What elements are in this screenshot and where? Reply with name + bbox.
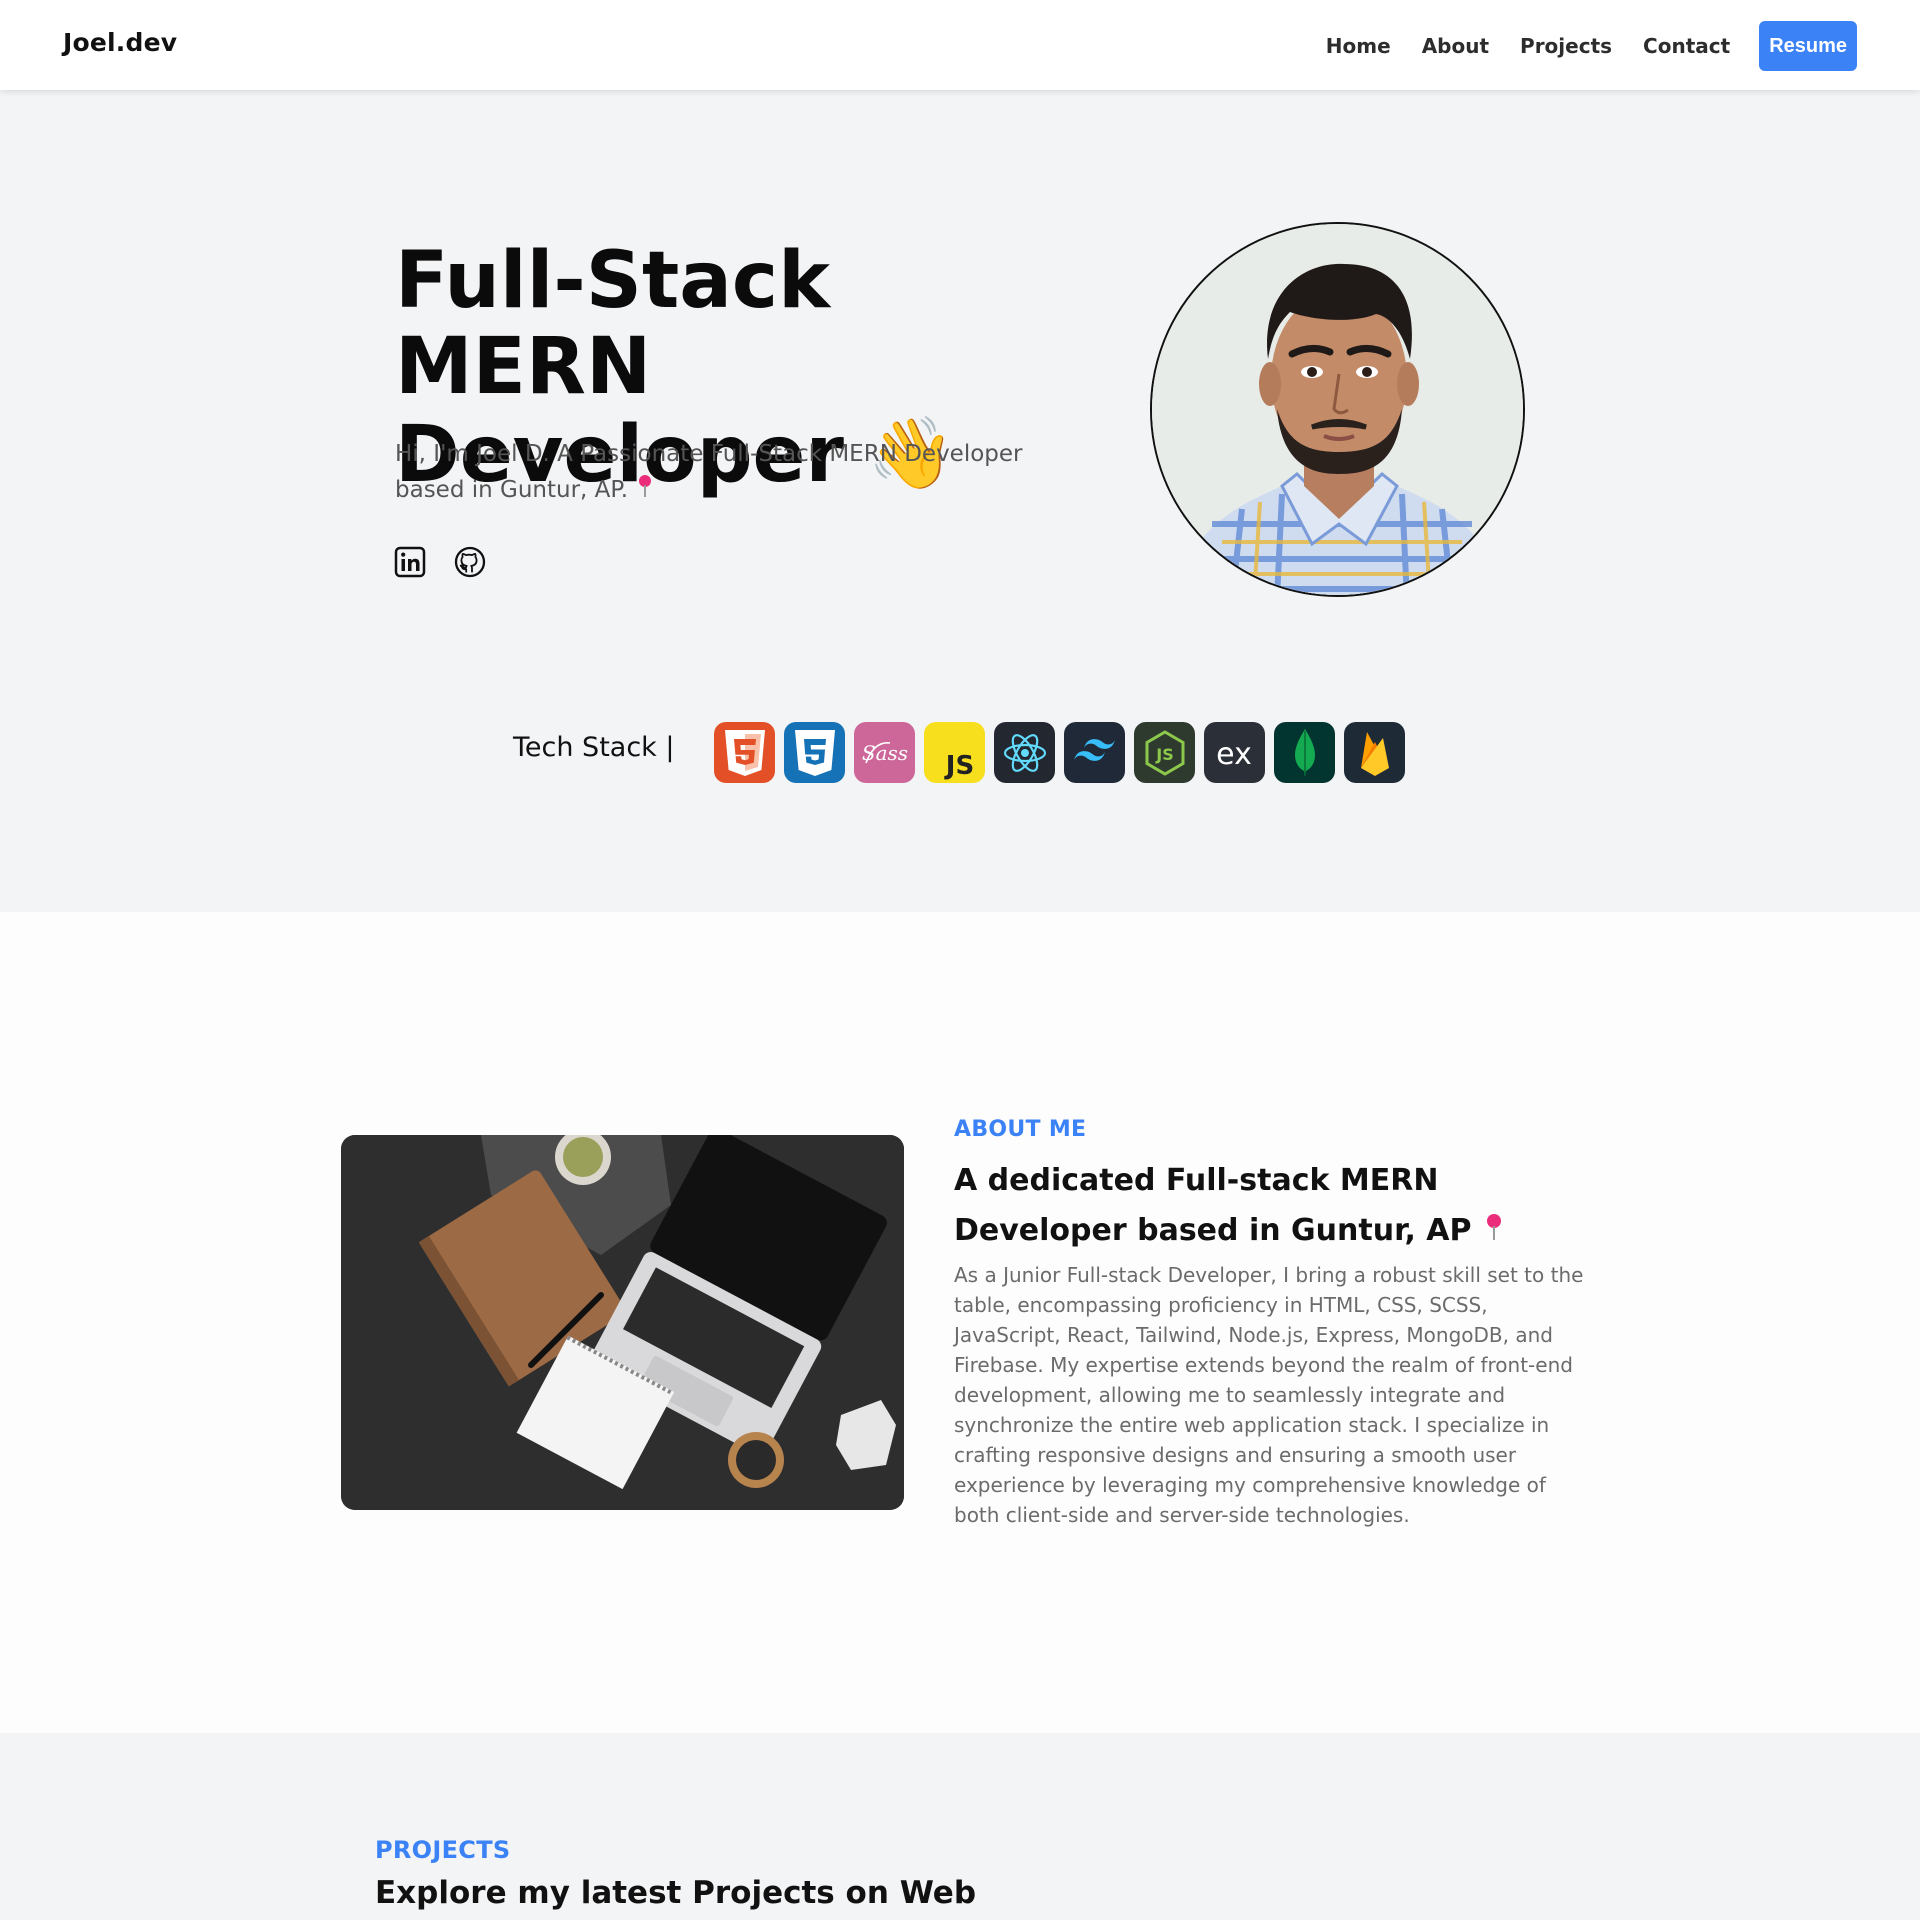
svg-text:JS: JS (944, 751, 974, 781)
projects-heading: Explore my latest Projects on Web (375, 1875, 977, 1911)
mongodb-icon (1274, 722, 1335, 783)
brand-logo[interactable]: Joel.dev (63, 28, 177, 57)
about-eyebrow: ABOUT ME (954, 1117, 1087, 1142)
svg-text:Sass: Sass (861, 741, 907, 765)
desk-illustration (341, 1135, 904, 1510)
about-heading-text: A dedicated Full-stack MERN Developer ba… (954, 1163, 1472, 1248)
about-section: ABOUT ME A dedicated Full-stack MERN Dev… (0, 912, 1920, 1733)
location-pin-icon (638, 475, 652, 499)
profile-photo (1150, 222, 1525, 597)
location-pin-icon (1486, 1214, 1502, 1242)
linkedin-icon[interactable] (394, 546, 426, 578)
nav-link-contact[interactable]: Contact (1643, 34, 1730, 58)
svg-text:JS: JS (1155, 745, 1173, 764)
github-icon[interactable] (454, 546, 486, 578)
projects-eyebrow: PROJECTS (375, 1836, 511, 1864)
react-icon (994, 722, 1055, 783)
resume-button[interactable]: Resume (1759, 21, 1857, 71)
hero-subtitle: Hi, I'm Joel D. A Passionate Full-Stack … (395, 436, 1045, 508)
hero-subtitle-text: Hi, I'm Joel D. A Passionate Full-Stack … (395, 441, 1023, 503)
projects-section: PROJECTS Explore my latest Projects on W… (0, 1733, 1920, 1920)
nav-link-projects[interactable]: Projects (1520, 34, 1612, 58)
javascript-icon: JS (924, 722, 985, 783)
hero-title-line1: Full-Stack MERN (395, 236, 830, 412)
tech-stack-icons: Sass JS JS ex (714, 722, 1414, 783)
svg-text:ex: ex (1216, 737, 1252, 772)
social-links (394, 546, 514, 578)
tailwind-icon (1064, 722, 1125, 783)
nav-link-about[interactable]: About (1422, 34, 1489, 58)
nodejs-icon: JS (1134, 722, 1195, 783)
workspace-photo (341, 1135, 904, 1510)
firebase-icon (1344, 722, 1405, 783)
nav-links: Home About Projects Contact Resume (1326, 21, 1857, 71)
html5-icon (714, 722, 775, 783)
css3-icon (784, 722, 845, 783)
about-paragraph: As a Junior Full-stack Developer, I brin… (954, 1263, 1584, 1527)
nav-link-home[interactable]: Home (1326, 34, 1391, 58)
tech-stack-label: Tech Stack | (513, 732, 675, 763)
profile-portrait-illustration (1152, 224, 1523, 595)
sass-icon: Sass (854, 722, 915, 783)
hero-section: Full-Stack MERN Developer 👋 Hi, I'm Joel … (0, 90, 1920, 912)
top-navbar: Joel.dev Home About Projects Contact Res… (0, 0, 1920, 90)
about-heading: A dedicated Full-stack MERN Developer ba… (954, 1156, 1594, 1256)
express-icon: ex (1204, 722, 1265, 783)
